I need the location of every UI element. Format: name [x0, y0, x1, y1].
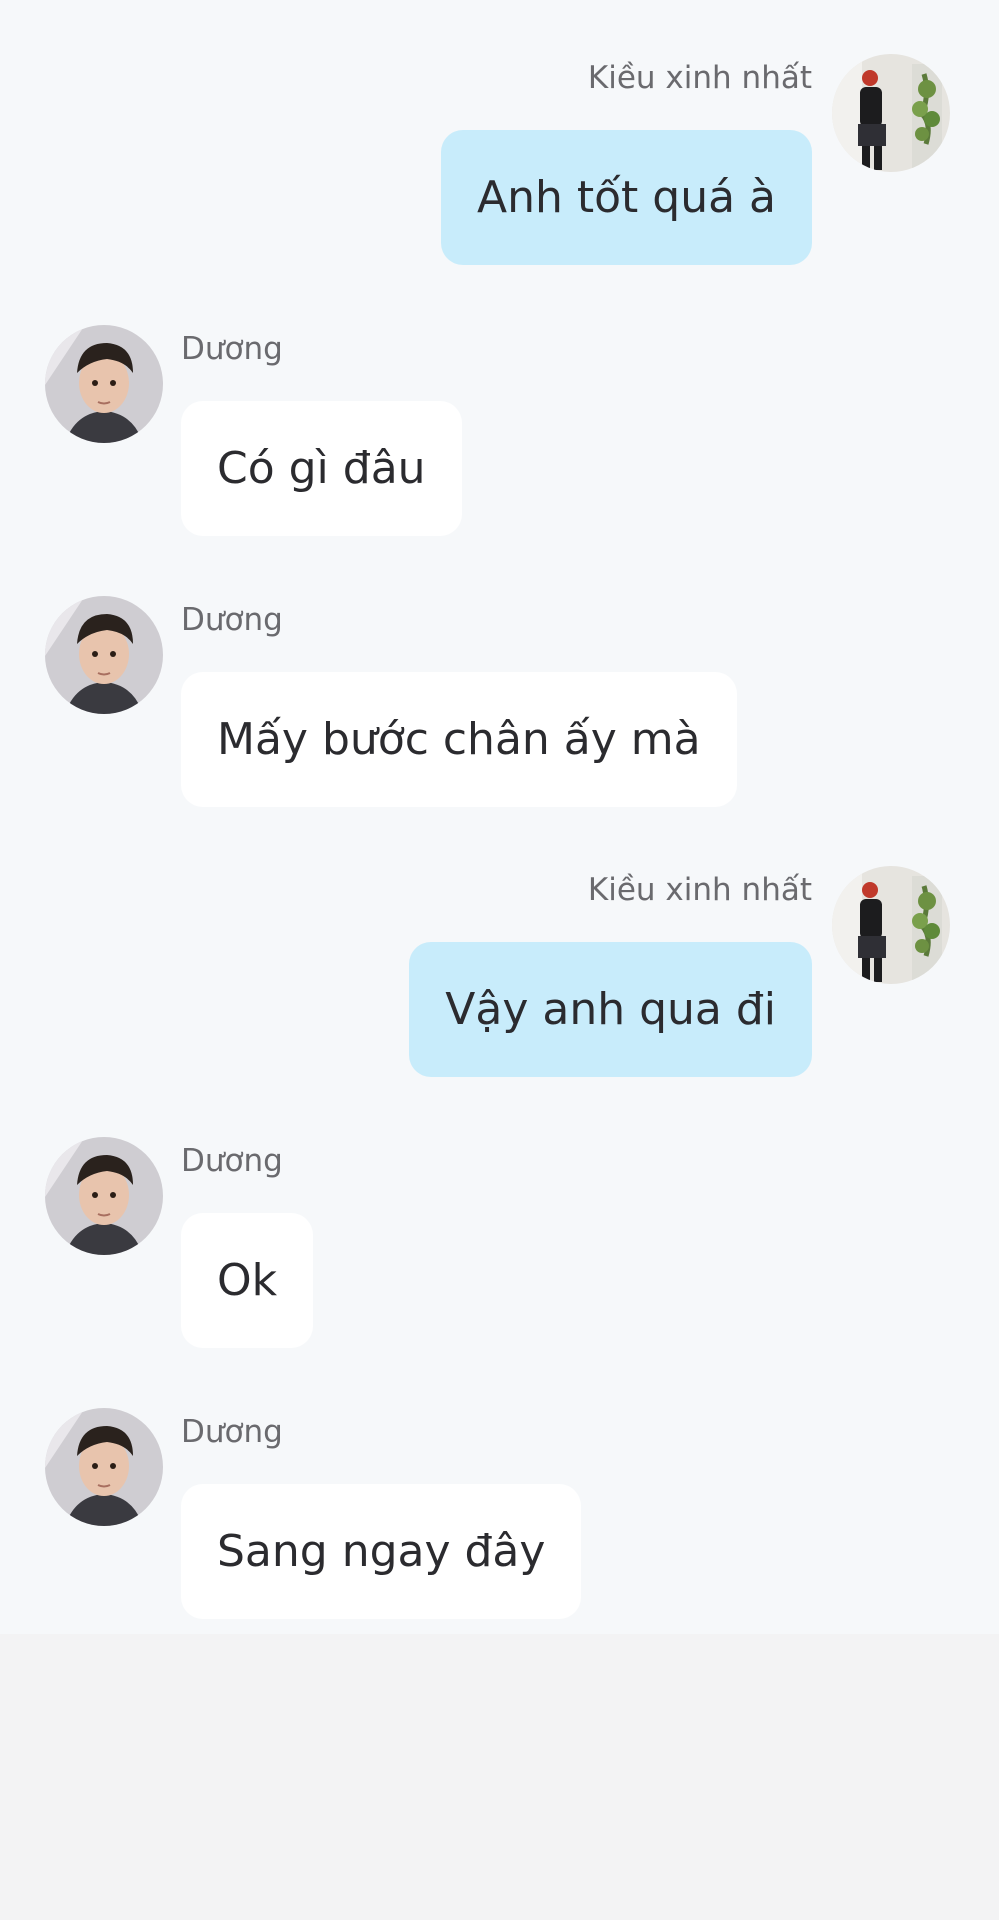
sender-name: Dương: [181, 1414, 283, 1450]
message-bubble[interactable]: Vậy anh qua đi: [409, 942, 812, 1077]
avatar-kieu-image: [832, 54, 950, 172]
avatar[interactable]: [45, 1137, 163, 1255]
avatar-duong-image: [45, 596, 163, 714]
avatar[interactable]: [832, 866, 950, 984]
sender-name: Dương: [181, 602, 283, 638]
message-bubble[interactable]: Ok: [181, 1213, 314, 1348]
message-received: Dương Ok: [0, 1137, 999, 1352]
message-received: Dương Có gì đâu: [0, 325, 999, 540]
avatar[interactable]: [45, 596, 163, 714]
avatar[interactable]: [45, 325, 163, 443]
avatar[interactable]: [832, 54, 950, 172]
chat-message-list[interactable]: Kiều xinh nhất Anh tốt quá à Dương Có gì…: [0, 0, 999, 1634]
message-sent: Kiều xinh nhất Anh tốt quá à: [0, 54, 999, 269]
message-received: Dương Mấy bước chân ấy mà: [0, 596, 999, 811]
avatar-duong-image: [45, 1408, 163, 1526]
message-bubble[interactable]: Có gì đâu: [181, 401, 462, 536]
sender-name: Kiều xinh nhất: [587, 872, 812, 908]
message-sent: Kiều xinh nhất Vậy anh qua đi: [0, 866, 999, 1081]
sender-name: Dương: [181, 331, 283, 367]
avatar-kieu-image: [832, 866, 950, 984]
message-bubble[interactable]: Sang ngay đây: [181, 1484, 582, 1619]
message-bubble[interactable]: Mấy bước chân ấy mà: [181, 672, 737, 807]
avatar-duong-image: [45, 325, 163, 443]
avatar[interactable]: [45, 1408, 163, 1526]
message-bubble[interactable]: Anh tốt quá à: [441, 130, 812, 265]
message-received: Dương Sang ngay đây: [0, 1408, 999, 1623]
sender-name: Kiều xinh nhất: [587, 60, 812, 96]
avatar-duong-image: [45, 1137, 163, 1255]
sender-name: Dương: [181, 1143, 283, 1179]
